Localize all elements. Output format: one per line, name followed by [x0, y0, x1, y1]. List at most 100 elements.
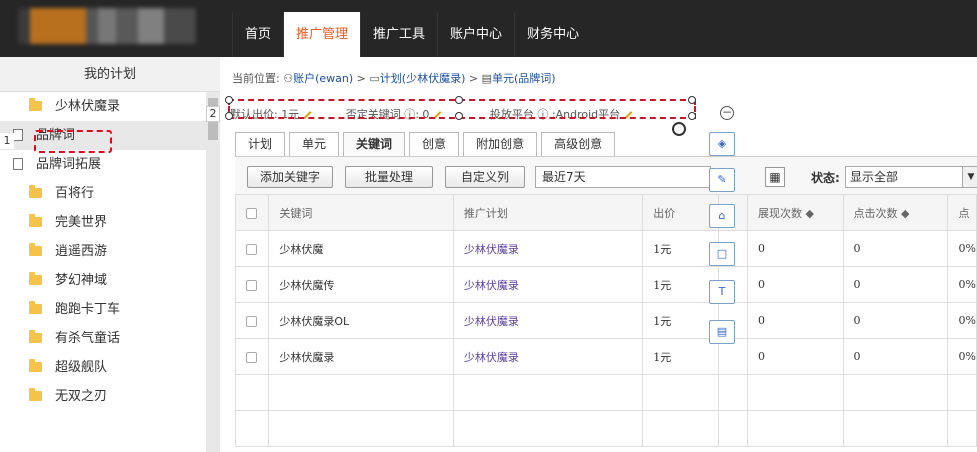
bid-cell[interactable]: 1元 — [642, 266, 720, 303]
plan-link[interactable]: 少林伏魔录 — [452, 230, 644, 267]
column-header-ctr[interactable]: 点 — [947, 194, 977, 231]
layers-icon[interactable]: ◈ — [709, 132, 735, 156]
status-select-value: 显示全部 — [850, 170, 899, 184]
keyword-cell: 少林伏魔录 — [268, 338, 454, 375]
ctr-cell: 0% — [947, 230, 977, 267]
folder-icon: ▭ — [369, 72, 380, 85]
annotation-box — [34, 130, 112, 153]
tab-bar: 计划 单元 关键词 创意 附加创意 高级创意 — [235, 132, 619, 156]
nav-promotion-management[interactable]: 推广管理 — [283, 12, 361, 57]
keyword-cell: 少林伏魔 — [268, 230, 454, 267]
sidebar-item-plan[interactable]: 百将行 — [0, 179, 220, 208]
tab-keyword[interactable]: 关键词 — [343, 132, 406, 156]
batch-process-button[interactable]: 批量处理 — [345, 166, 433, 188]
date-range-select[interactable]: 最近7天 — [535, 166, 711, 188]
table-row[interactable]: 少林伏魔录OL 少林伏魔录 1元 0 0 0% — [234, 302, 977, 339]
bid-cell[interactable]: 1元 — [642, 230, 720, 267]
select-all-cell — [234, 194, 270, 231]
status-label: 状态: — [811, 171, 840, 185]
empty-row — [234, 410, 977, 447]
minus-circle-icon[interactable]: − — [720, 106, 734, 120]
column-header-impressions[interactable]: 展现次数 ◆ — [747, 194, 844, 231]
annotation-toolbox: ◈ ✎ ⌂ □ T ▤ — [709, 130, 737, 354]
breadcrumb-separator: > — [356, 72, 366, 85]
text-box-icon[interactable]: ▤ — [709, 320, 735, 344]
sidebar-item-plan[interactable]: 有杀气童话 — [0, 324, 220, 353]
breadcrumb-unit[interactable]: 单元(品牌词) — [492, 72, 556, 85]
rectangle-icon[interactable]: □ — [709, 242, 735, 266]
resize-handle[interactable] — [688, 96, 696, 104]
table-header-row: 关键词 推广计划 出价 展现次数 ◆ 点击次数 ◆ 点 — [234, 194, 977, 231]
breadcrumb-separator: > — [468, 72, 479, 85]
tab-extra-creative[interactable]: 附加创意 — [463, 132, 538, 156]
sidebar-item-plan[interactable]: 超级舰队 — [0, 353, 220, 382]
keyword-table: 关键词 推广计划 出价 展现次数 ◆ 点击次数 ◆ 点 少林伏魔 少林伏魔录 1… — [234, 194, 977, 447]
ctr-cell: 0% — [947, 266, 977, 303]
eraser-icon[interactable]: ⌂ — [709, 204, 735, 228]
impressions-cell: 0 — [747, 302, 844, 339]
resize-handle[interactable] — [455, 96, 463, 104]
sidebar-scrollbar[interactable] — [206, 92, 220, 452]
resize-handle[interactable] — [688, 112, 696, 120]
plan-link[interactable]: 少林伏魔录 — [452, 302, 644, 339]
tab-creative[interactable]: 创意 — [409, 132, 460, 156]
column-header-bid[interactable]: 出价 — [642, 194, 720, 231]
breadcrumb-plan[interactable]: 计划(少林伏魔录) — [380, 72, 466, 85]
document-icon: ▤ — [481, 72, 492, 85]
checkbox-cell — [234, 338, 270, 375]
plan-link[interactable]: 少林伏魔录 — [452, 266, 644, 303]
checkbox-cell — [234, 230, 270, 267]
plan-link[interactable]: 少林伏魔录 — [452, 338, 644, 375]
resize-handle[interactable] — [225, 112, 233, 120]
tab-advanced-creative[interactable]: 高级创意 — [541, 132, 616, 156]
row-checkbox[interactable] — [246, 243, 257, 255]
nav-home[interactable]: 首页 — [232, 12, 283, 57]
resize-handle[interactable] — [225, 96, 233, 104]
impressions-cell: 0 — [747, 338, 844, 375]
sidebar-item-plan[interactable]: 完美世界 — [0, 208, 220, 237]
column-header-keyword[interactable]: 关键词 — [268, 194, 454, 231]
breadcrumb-account[interactable]: 账户(ewan) — [293, 72, 353, 85]
row-checkbox[interactable] — [246, 315, 257, 327]
table-row[interactable]: 少林伏魔 少林伏魔录 1元 0 0 0% — [234, 230, 977, 267]
column-header-clicks[interactable]: 点击次数 ◆ — [842, 194, 949, 231]
table-row[interactable]: 少林伏魔录 少林伏魔录 1元 0 0 0% — [234, 338, 977, 375]
select-all-checkbox[interactable] — [246, 207, 257, 219]
sidebar-item-plan[interactable]: 梦幻神域 — [0, 266, 220, 295]
resize-handle[interactable] — [455, 112, 463, 120]
clicks-cell: 0 — [842, 302, 949, 339]
grid-icon[interactable]: ▦ — [765, 167, 785, 187]
sidebar-item-plan[interactable]: 无双之刃 — [0, 382, 220, 411]
nav-promotion-tools[interactable]: 推广工具 — [360, 12, 437, 57]
step-marker-1: 1 — [0, 133, 14, 149]
row-checkbox[interactable] — [246, 351, 257, 363]
text-icon[interactable]: T — [709, 280, 735, 304]
tab-unit[interactable]: 单元 — [289, 132, 340, 156]
table-row[interactable]: 少林伏魔传 少林伏魔录 1元 0 0 0% — [234, 266, 977, 303]
sidebar-item-plan[interactable]: 逍遥西游 — [0, 237, 220, 266]
keyword-toolbar: 添加关键字 批量处理 自定义列 最近7天 ▦ 状态: 显示全部 ▼ — [235, 156, 977, 194]
bid-cell[interactable]: 1元 — [642, 302, 720, 339]
sidebar-item-unit[interactable]: 品牌词拓展 — [0, 150, 220, 179]
sidebar-item-plan[interactable]: 少林伏魔录 — [0, 92, 220, 121]
column-header-plan[interactable]: 推广计划 — [452, 194, 644, 231]
rotate-handle-icon[interactable] — [672, 122, 686, 136]
clicks-cell: 0 — [842, 266, 949, 303]
chevron-down-icon[interactable]: ▼ — [962, 166, 977, 188]
keyword-cell: 少林伏魔录OL — [268, 302, 454, 339]
status-select[interactable]: 显示全部 ▼ — [845, 166, 977, 188]
pen-icon[interactable]: ✎ — [709, 168, 735, 192]
bid-cell[interactable]: 1元 — [642, 338, 720, 375]
sidebar-item-plan[interactable]: 跑跑卡丁车 — [0, 295, 220, 324]
nav-account-center[interactable]: 账户中心 — [437, 12, 514, 57]
tab-plan[interactable]: 计划 — [235, 132, 286, 156]
custom-columns-button[interactable]: 自定义列 — [445, 166, 525, 188]
step-marker-2: 2 — [206, 106, 220, 122]
logo — [18, 8, 196, 44]
clicks-cell: 0 — [842, 230, 949, 267]
row-checkbox[interactable] — [246, 279, 257, 291]
nav-finance-center[interactable]: 财务中心 — [514, 12, 591, 57]
add-keyword-button[interactable]: 添加关键字 — [247, 166, 333, 188]
main-nav: 首页 推广管理 推广工具 账户中心 财务中心 — [232, 0, 591, 57]
selection-annotation-box[interactable] — [225, 96, 696, 120]
